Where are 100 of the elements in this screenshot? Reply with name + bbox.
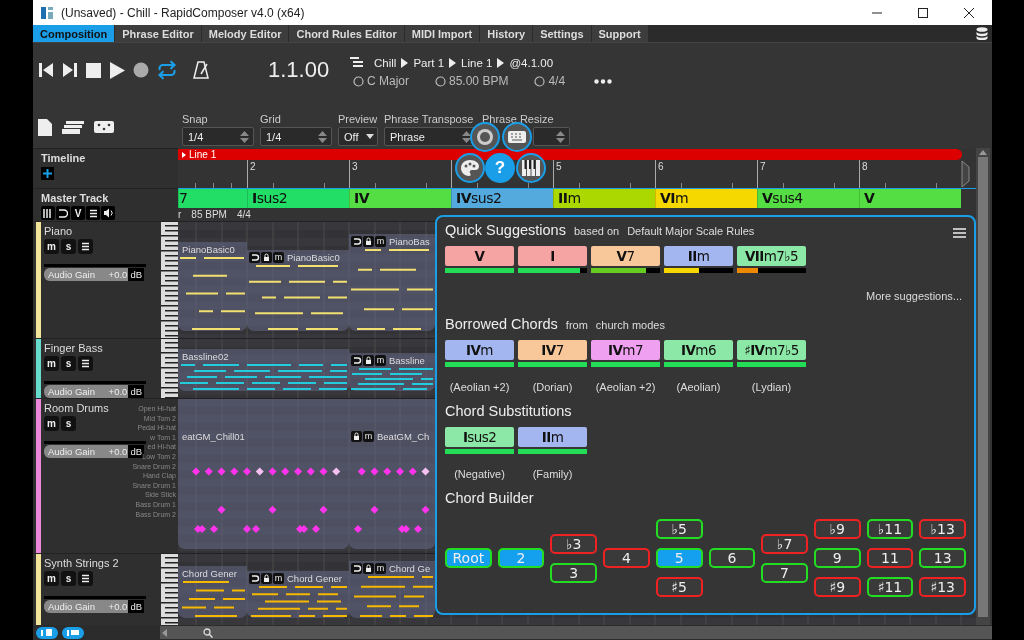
interval-button[interactable]: 11 — [866, 548, 914, 568]
phrase-clip[interactable]: m Chord Gener — [247, 571, 349, 618]
chord-block[interactable]: VIm — [655, 189, 757, 208]
radio-icon[interactable] — [534, 75, 546, 87]
track-toggle-button[interactable]: m — [44, 356, 59, 371]
menu-button[interactable] — [78, 356, 93, 371]
dropdown[interactable]: Off — [338, 127, 378, 146]
rules-link[interactable]: Default Major Scale Rules — [627, 225, 755, 237]
phrase-clip[interactable]: m PianoBasic0 — [247, 250, 349, 331]
piano-keys-button[interactable] — [41, 206, 55, 220]
stop-icon[interactable] — [86, 62, 101, 78]
interval-button[interactable]: ♭7 — [761, 533, 808, 554]
menu-button[interactable] — [78, 239, 93, 254]
track-toggle-button[interactable]: m — [44, 571, 59, 586]
breadcrumb-item[interactable]: @4.1.00 — [509, 57, 554, 69]
interval-button[interactable]: ♭3 — [550, 533, 598, 554]
gain-slider[interactable]: Audio Gain +0.0 dB — [44, 385, 144, 398]
layers-icon[interactable] — [62, 120, 84, 134]
chord-button[interactable]: Isus2 — [445, 427, 514, 447]
view-button[interactable]: V — [71, 206, 85, 220]
chord-button[interactable]: IVm — [445, 340, 514, 360]
chord-button[interactable]: V7 — [591, 246, 660, 266]
spin-field[interactable]: Phrase — [384, 127, 476, 146]
speaker-button[interactable] — [101, 206, 115, 220]
chord-block[interactable]: Vsus4 — [757, 189, 859, 208]
chord-button[interactable]: IIm — [518, 427, 587, 447]
radio-icon[interactable] — [435, 75, 446, 87]
spin-field[interactable] — [533, 127, 570, 146]
track-toggle-button[interactable]: s — [61, 356, 76, 371]
phrase-clip[interactable]: Bassline02 — [178, 349, 349, 391]
interval-button[interactable]: 9 — [813, 548, 861, 568]
menu-tab[interactable]: Composition — [33, 25, 115, 42]
spin-field[interactable]: 1/4 — [260, 127, 332, 146]
menu-button[interactable] — [86, 206, 100, 220]
menu-tab[interactable]: Phrase Editor — [115, 25, 201, 42]
phrase-clip[interactable]: eatGM_Chill01 — [178, 399, 349, 549]
interval-button[interactable]: ♯9 — [813, 577, 861, 597]
chord-button[interactable]: IVm7 — [591, 340, 660, 360]
chord-block[interactable]: 7 — [178, 189, 247, 208]
gain-slider[interactable]: Audio Gain +0.0 dB — [44, 445, 144, 458]
chord-block[interactable]: IV — [349, 189, 451, 208]
more-suggestions-link[interactable]: More suggestions... — [866, 290, 962, 302]
add-button[interactable] — [41, 167, 54, 180]
gain-slider[interactable]: Audio Gain +0.0 dB — [44, 268, 144, 281]
chord-button[interactable]: ♯IVm7♭5 — [737, 340, 806, 360]
chord-button[interactable]: V — [445, 246, 514, 266]
interval-button[interactable]: 6 — [708, 548, 756, 568]
info-button[interactable] — [62, 626, 84, 639]
chord-button[interactable]: IV7 — [518, 340, 587, 360]
info-button[interactable] — [36, 626, 58, 639]
track-toggle-button[interactable]: s — [61, 239, 76, 254]
new-file-icon[interactable] — [38, 118, 52, 136]
menu-icon[interactable] — [953, 228, 966, 238]
breadcrumb-item[interactable]: Line 1 — [461, 57, 493, 69]
chord-block[interactable]: IVsus2 — [451, 189, 553, 208]
track-toggle-button[interactable]: m — [44, 239, 59, 254]
interval-button[interactable]: ♭9 — [813, 519, 861, 539]
track-toggle-button[interactable]: s — [61, 571, 76, 586]
menu-tab[interactable]: Settings — [533, 25, 591, 42]
interval-button[interactable]: 13 — [919, 548, 967, 568]
phrase-clip[interactable]: m Bassline — [349, 353, 435, 391]
menu-tab[interactable]: Support — [591, 25, 648, 42]
phrase-clip[interactable]: m PianoBas — [349, 234, 435, 331]
phrase-clip[interactable]: m BeatGM_Ch — [349, 399, 435, 549]
breadcrumb-item[interactable]: Part 1 — [413, 57, 445, 69]
chord-button[interactable]: I — [518, 246, 587, 266]
phrase-clip[interactable]: m Chord Ge — [349, 561, 435, 618]
phrase-clip[interactable]: PianoBasic0 — [178, 242, 247, 331]
vertical-scrollbar[interactable] — [976, 148, 990, 625]
menu-tab[interactable]: Melody Editor — [201, 25, 289, 42]
chord-block[interactable]: IIm — [553, 189, 655, 208]
menu-tab[interactable]: Chord Rules Editor — [289, 25, 404, 42]
record-icon[interactable] — [133, 62, 149, 78]
menu-tab[interactable]: MIDI Import — [404, 25, 480, 42]
chord-button[interactable]: IVm6 — [664, 340, 733, 360]
skip-back-icon[interactable] — [38, 62, 54, 78]
interval-button[interactable]: ♯5 — [655, 577, 703, 597]
metronome-icon[interactable] — [193, 61, 209, 79]
gain-slider[interactable]: Audio Gain +0.0 dB — [44, 600, 144, 613]
more-icon[interactable] — [594, 78, 613, 84]
radio-icon[interactable] — [353, 75, 364, 87]
interval-button[interactable]: ♯11 — [866, 577, 914, 597]
chord-block[interactable]: Isus2 — [247, 189, 349, 208]
interval-button[interactable]: 4 — [603, 548, 650, 568]
chord-button[interactable]: VIIm7♭5 — [737, 246, 806, 266]
phrase-clip[interactable]: Chord Gener — [178, 566, 247, 618]
line-bar[interactable]: Line 1 — [178, 149, 962, 160]
loop-icon[interactable] — [157, 60, 177, 80]
spin-field[interactable]: 1/4 — [182, 127, 254, 146]
track-toggle-button[interactable]: m — [44, 416, 59, 431]
interval-button[interactable]: 3 — [550, 562, 598, 583]
dice-icon[interactable] — [94, 121, 114, 134]
interval-button[interactable]: ♯13 — [919, 577, 967, 597]
skip-forward-icon[interactable] — [62, 62, 78, 78]
interval-button[interactable]: 7 — [761, 562, 808, 583]
track-toggle-button[interactable]: s — [61, 416, 76, 431]
breadcrumb-item[interactable]: Chill — [374, 57, 397, 69]
chord-button[interactable]: IIm — [664, 246, 733, 266]
menu-tab[interactable]: History — [480, 25, 533, 42]
menu-button[interactable] — [78, 571, 93, 586]
